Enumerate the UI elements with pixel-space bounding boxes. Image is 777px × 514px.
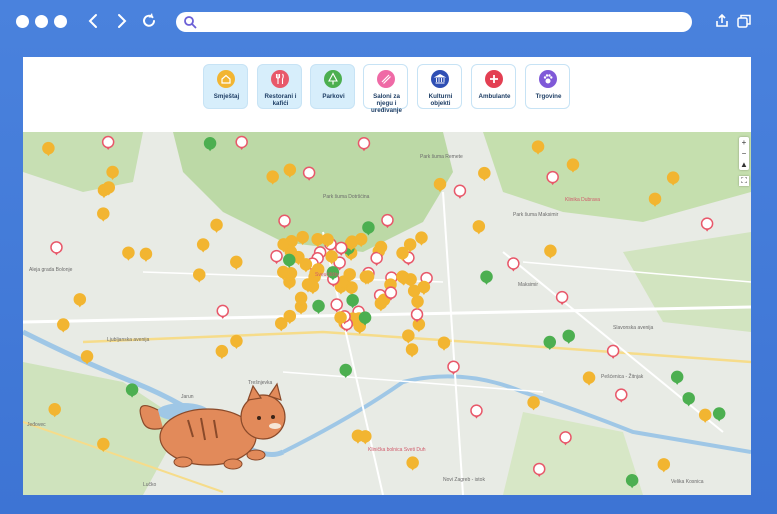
category-label: Kulturni objekti [428, 93, 453, 107]
address-bar[interactable] [176, 12, 692, 32]
tree-icon [324, 70, 342, 88]
category-ambulante[interactable]: Ambulante [471, 64, 516, 109]
category-parkovi[interactable]: Parkovi [310, 64, 355, 109]
category-saloni[interactable]: Saloni za njegu i uređivanje [363, 64, 408, 114]
category-trgovine[interactable]: Trgovine [525, 64, 570, 109]
web-page: Smještaj Restorani i kafići Parkovi Salo… [23, 57, 751, 495]
map-label: Klinička bolnica Sveti Duh [368, 447, 426, 453]
zoom-controls: + − ▲ [739, 137, 749, 170]
map-label: Velika Kosnica [671, 479, 704, 485]
map-label: Lučko [143, 482, 157, 488]
category-label: Smještaj [213, 93, 240, 100]
browser-toolbar [0, 0, 777, 44]
category-filter-bar: Smještaj Restorani i kafići Parkovi Salo… [23, 57, 751, 132]
map-label: Park šuma Dotršćina [323, 194, 370, 200]
back-icon[interactable] [84, 11, 104, 31]
comb-icon [377, 70, 395, 88]
category-label: Trgovine [535, 93, 562, 100]
map-label: Park šuma Remete [420, 154, 463, 160]
zoom-in-button[interactable]: + [739, 137, 749, 148]
map-base [23, 132, 751, 495]
category-label: Restorani i kafići [264, 93, 297, 107]
category-label: Saloni za njegu i uređivanje [371, 93, 402, 114]
medical-cross-icon [485, 70, 503, 88]
map-label: Trešnjevka [248, 380, 273, 386]
category-restorani[interactable]: Restorani i kafići [257, 64, 302, 109]
fork-knife-icon [271, 70, 289, 88]
map-label: Ljubljanska avenija [107, 337, 150, 343]
map-label: Jeđovec [27, 422, 46, 428]
home-icon [217, 70, 235, 88]
fullscreen-button[interactable]: ⛶ [739, 176, 749, 186]
category-label: Parkovi [322, 93, 345, 100]
reload-icon[interactable] [139, 11, 159, 31]
category-label: Ambulante [478, 93, 511, 100]
map-label: Pešćenica - Žitnjak [601, 374, 644, 380]
window-minimize-button[interactable] [35, 15, 48, 28]
browser-window: Smještaj Restorani i kafići Parkovi Salo… [0, 0, 777, 514]
window-maximize-button[interactable] [54, 15, 67, 28]
search-icon [184, 16, 197, 29]
map-label: Aleja grada Bolonje [29, 267, 73, 273]
map-label: Slavonska avenija [613, 325, 654, 331]
compass-button[interactable]: ▲ [739, 159, 749, 170]
map-label: Maksimir [518, 282, 538, 288]
tabs-icon[interactable] [736, 13, 752, 29]
zoom-out-button[interactable]: − [739, 148, 749, 159]
category-smjestaj[interactable]: Smještaj [203, 64, 248, 109]
category-kulturni[interactable]: Kulturni objekti [417, 64, 462, 109]
window-close-button[interactable] [16, 15, 29, 28]
map-view[interactable]: Park šuma Remete Park šuma Maksimir Park… [23, 132, 751, 495]
map-label: Jarun [181, 394, 194, 400]
museum-icon [431, 70, 449, 88]
paw-icon [539, 70, 557, 88]
map-label: Park šuma Maksimir [513, 212, 559, 218]
map-label: Novi Zagreb - istok [443, 477, 485, 483]
url-input[interactable] [202, 14, 686, 32]
map-label: Klinika Dubrava [565, 197, 601, 203]
forward-icon[interactable] [111, 11, 131, 31]
share-icon[interactable] [714, 13, 730, 29]
map-label: Sveučilište [315, 272, 339, 278]
